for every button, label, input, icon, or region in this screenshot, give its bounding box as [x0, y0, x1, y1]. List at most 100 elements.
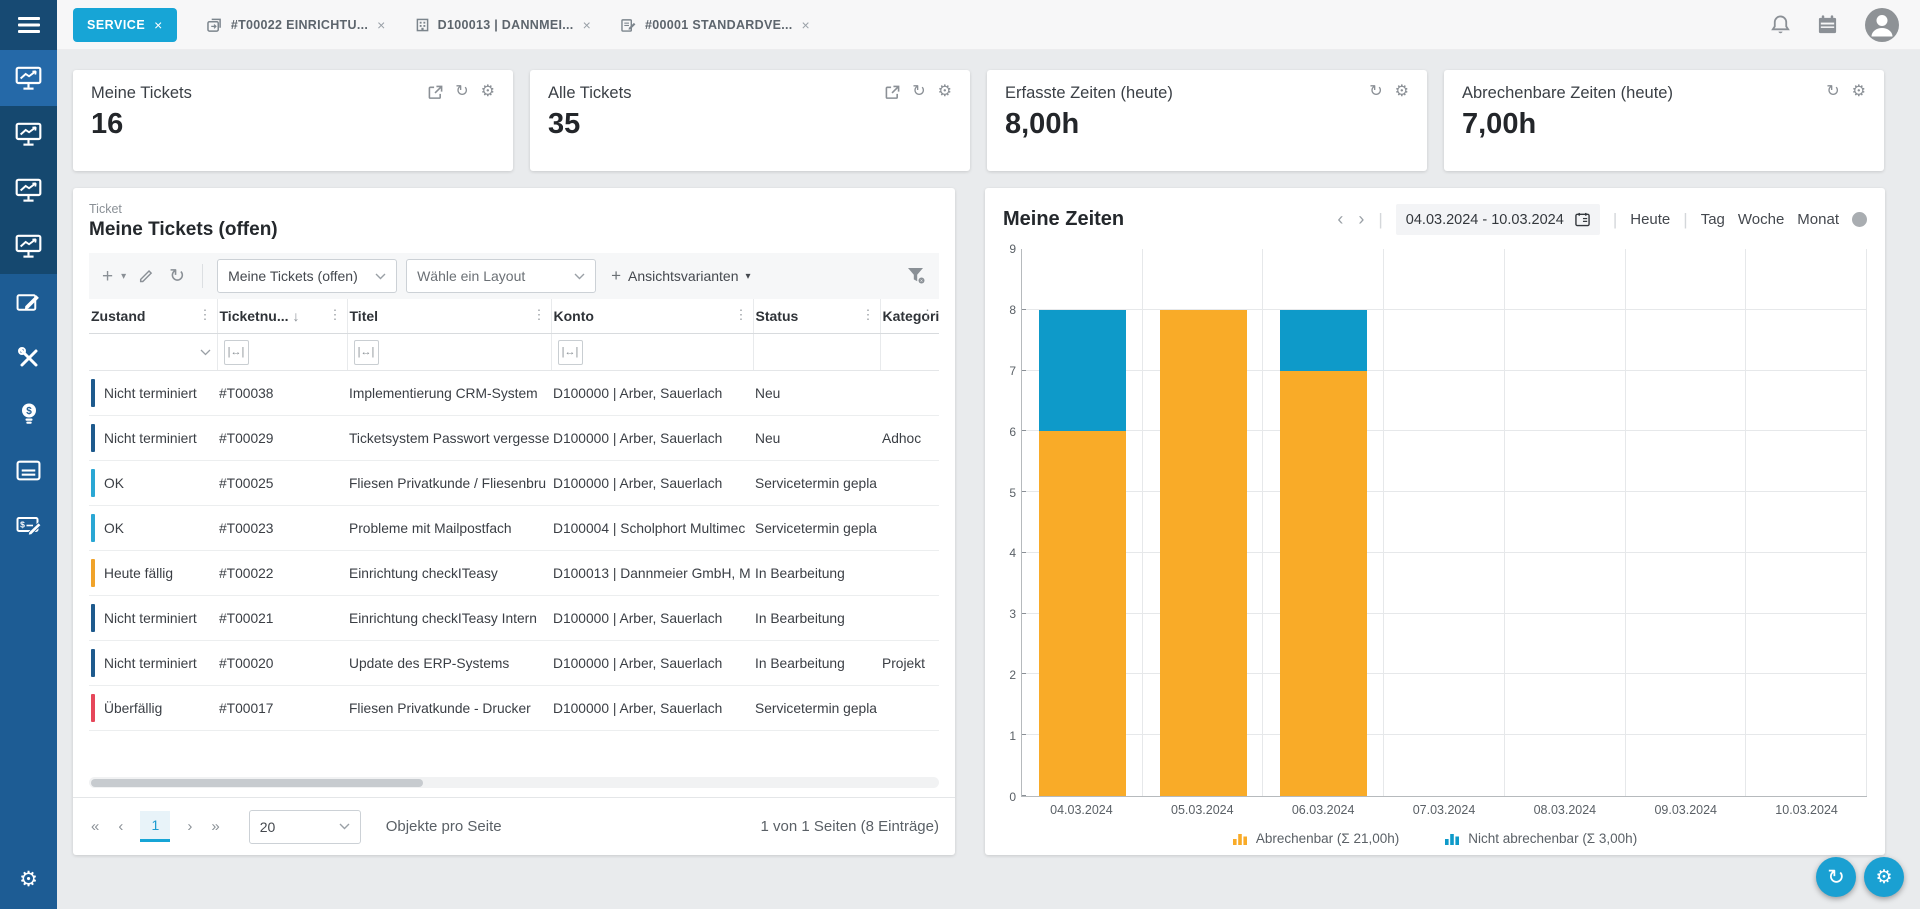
gear-icon: ⚙ — [19, 867, 38, 892]
menu-toggle-button[interactable] — [0, 0, 57, 50]
next-range-button[interactable]: › — [1357, 209, 1365, 230]
refresh-icon[interactable]: ↻ — [455, 84, 468, 100]
table-row[interactable]: OK#T00025Fliesen Privatkunde / Fliesenbr… — [89, 461, 939, 506]
notifications-button[interactable] — [1770, 14, 1791, 36]
view-variants-label: Ansichtsvarianten — [628, 268, 739, 284]
cell-status: Neu — [753, 371, 880, 416]
filter-operator-icon[interactable]: |↔| — [354, 340, 379, 365]
state-label: Überfällig — [104, 701, 162, 716]
settings-icon[interactable]: ⚙ — [1395, 84, 1409, 100]
range-today-button[interactable]: Heute — [1630, 211, 1670, 228]
column-header-status[interactable]: Status⋮ — [753, 299, 880, 334]
range-day-button[interactable]: Tag — [1701, 211, 1725, 228]
range-month-button[interactable]: Monat — [1797, 211, 1839, 228]
refresh-icon[interactable]: ↻ — [1826, 84, 1839, 100]
cell-kategorie — [880, 461, 939, 506]
filter-operator-icon[interactable]: |↔| — [558, 340, 583, 365]
column-menu-icon[interactable]: ⋮ — [921, 307, 934, 323]
table-row[interactable]: Nicht terminiert#T00038Implementierung C… — [89, 371, 939, 416]
column-header-titel[interactable]: Titel⋮ — [347, 299, 551, 334]
refresh-icon[interactable]: ↻ — [912, 84, 925, 100]
filter-button[interactable]: × — [904, 265, 929, 287]
close-icon[interactable]: × — [583, 17, 591, 33]
table-row[interactable]: OK#T00023Probleme mit MailpostfachD10000… — [89, 506, 939, 551]
range-week-button[interactable]: Woche — [1738, 211, 1784, 228]
next-page-button[interactable]: › — [185, 818, 194, 835]
page-size-select[interactable]: 20 — [249, 810, 361, 844]
open-external-icon[interactable] — [885, 85, 900, 100]
column-header-kategorie[interactable]: Kategorie⋮ — [880, 299, 939, 334]
tab-service[interactable]: SERVICE × — [73, 8, 177, 42]
refresh-button[interactable]: ↻ — [166, 265, 188, 288]
close-icon[interactable]: × — [802, 17, 810, 33]
last-page-button[interactable]: » — [209, 818, 221, 835]
cell-zustand: Nicht terminiert — [89, 641, 217, 686]
sidebar-item-billing[interactable]: $ — [0, 498, 57, 554]
refresh-icon[interactable]: ↻ — [1369, 84, 1382, 100]
column-header-ticketnu[interactable]: Ticketnu...↓⋮ — [217, 299, 347, 334]
settings-icon[interactable]: ⚙ — [938, 84, 952, 100]
sidebar-item-tickets-edit[interactable] — [0, 274, 57, 330]
layout-select[interactable]: Wähle ein Layout — [406, 259, 596, 293]
filter-cell-5[interactable] — [880, 334, 939, 371]
cell-ticketnr: #T00020 — [217, 641, 347, 686]
table-row[interactable]: Nicht terminiert#T00020Update des ERP-Sy… — [89, 641, 939, 686]
card-list-icon — [16, 460, 41, 481]
user-avatar-button[interactable] — [1864, 7, 1900, 43]
floating-settings-button[interactable]: ⚙ — [1864, 857, 1904, 897]
sidebar-item-dashboard-1[interactable] — [0, 50, 57, 106]
prev-page-button[interactable]: ‹ — [116, 818, 125, 835]
current-page-button[interactable]: 1 — [140, 811, 170, 842]
y-tick-label: 2 — [1009, 668, 1016, 682]
floating-refresh-button[interactable]: ↻ — [1816, 857, 1856, 897]
tab-label: SERVICE — [87, 18, 145, 32]
column-header-zustand[interactable]: Zustand⋮ — [89, 299, 217, 334]
sidebar-settings-button[interactable]: ⚙ — [0, 859, 57, 899]
sidebar-item-dashboard-3[interactable] — [0, 162, 57, 218]
table-row[interactable]: Überfällig#T00017Fliesen Privatkunde - D… — [89, 686, 939, 731]
close-icon[interactable]: × — [154, 17, 163, 33]
filter-cell-0[interactable] — [89, 334, 217, 371]
scrollbar-thumb[interactable] — [91, 779, 423, 787]
kpi-card-value: 7,00h — [1462, 108, 1866, 141]
date-range-picker[interactable]: 04.03.2024 - 10.03.2024 — [1396, 204, 1600, 235]
column-menu-icon[interactable]: ⋮ — [735, 307, 748, 323]
tab-3[interactable]: #00001 STANDARDVE...× — [621, 17, 810, 33]
filter-cell-1[interactable]: |↔| — [217, 334, 347, 371]
table-row[interactable]: Nicht terminiert#T00021Einrichtung check… — [89, 596, 939, 641]
filter-cell-4[interactable] — [753, 334, 880, 371]
calendar-button[interactable] — [1817, 14, 1838, 35]
filter-operator-icon[interactable]: |↔| — [224, 340, 249, 365]
view-variants-button[interactable]: + Ansichtsvarianten ▾ — [605, 265, 756, 287]
tab-1[interactable]: #T00022 EINRICHTU...× — [207, 17, 386, 33]
column-menu-icon[interactable]: ⋮ — [533, 307, 546, 323]
column-header-konto[interactable]: Konto⋮ — [551, 299, 753, 334]
chevron-down-icon[interactable] — [200, 349, 211, 356]
close-icon[interactable]: × — [377, 17, 385, 33]
tab-2[interactable]: D100013 | DANNMEI...× — [416, 17, 591, 33]
chart-column-06.03.2024 — [1263, 249, 1384, 796]
filter-cell-2[interactable]: |↔| — [347, 334, 551, 371]
column-menu-icon[interactable]: ⋮ — [329, 307, 342, 323]
table-row[interactable]: Heute fällig#T00022Einrichtung checkITea… — [89, 551, 939, 596]
sidebar-item-opportunities[interactable]: $ — [0, 386, 57, 442]
sidebar-item-service-tools[interactable] — [0, 330, 57, 386]
sidebar-item-dashboard-4[interactable] — [0, 218, 57, 274]
sidebar-item-dashboard-2[interactable] — [0, 106, 57, 162]
add-button[interactable]: + — [99, 265, 116, 288]
open-external-icon[interactable] — [428, 85, 443, 100]
calendar-icon — [1575, 212, 1590, 227]
column-menu-icon[interactable]: ⋮ — [862, 307, 875, 323]
settings-icon[interactable]: ⚙ — [481, 84, 495, 100]
column-menu-icon[interactable]: ⋮ — [199, 307, 212, 323]
edit-button[interactable] — [135, 266, 157, 286]
filter-cell-3[interactable]: |↔| — [551, 334, 753, 371]
prev-range-button[interactable]: ‹ — [1336, 209, 1344, 230]
settings-icon[interactable]: ⚙ — [1852, 84, 1866, 100]
add-caret-icon[interactable]: ▾ — [121, 271, 126, 282]
table-row[interactable]: Nicht terminiert#T00029Ticketsystem Pass… — [89, 416, 939, 461]
first-page-button[interactable]: « — [89, 818, 101, 835]
horizontal-scrollbar[interactable] — [89, 777, 939, 788]
view-select[interactable]: Meine Tickets (offen) — [217, 259, 397, 293]
sidebar-item-cards[interactable] — [0, 442, 57, 498]
